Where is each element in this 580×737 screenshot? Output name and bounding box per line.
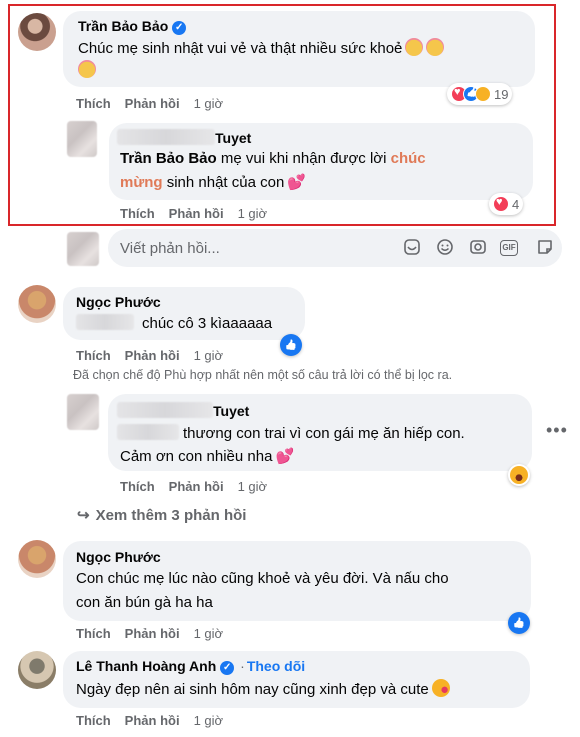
emoji-icon[interactable] [435,238,455,258]
comment-actions: Thích Phản hồi 1 giờ [76,713,237,728]
heart-reaction-icon [493,196,509,212]
reply-button[interactable]: Phản hồi [169,206,224,221]
reply-author[interactable]: Tuyet [117,129,251,146]
comment-text-line2 [78,60,96,82]
author-name[interactable]: Ngọc Phước [76,294,161,310]
author-name[interactable]: Tuyet [215,130,251,146]
party-face-emoji-icon [78,60,96,78]
care-reaction-icon [475,86,491,102]
avatar-tuyet-blurred[interactable] [67,121,97,157]
reply-text: thương con trai vì con gái mẹ ăn hiếp co… [117,423,465,445]
reply-button[interactable]: Phản hồi [125,96,180,111]
reply-actions: Thích Phản hồi 1 giờ [120,479,281,494]
blurred-mention [76,314,134,330]
reply-button[interactable]: Phản hồi [169,479,224,494]
follow-button[interactable]: Theo dõi [247,658,305,674]
avatar-tran-bao-bao[interactable] [18,13,56,51]
reaction-count: 4 [512,196,520,212]
mention-link[interactable]: Trần Bảo Bảo [120,150,217,167]
timestamp[interactable]: 1 giờ [238,479,268,494]
avatar-sticker-icon[interactable] [535,238,555,258]
author-name[interactable]: Trần Bảo Bảo [78,18,168,34]
timestamp[interactable]: 1 giờ [194,626,224,641]
reply-actions: Thích Phản hồi 1 giờ [120,206,281,221]
reaction-summary[interactable]: 19 [447,83,513,105]
comment-text: Chúc mẹ sinh nhật vui vẻ và thật nhiều s… [78,38,445,60]
comment-actions: Thích Phản hồi 1 giờ [76,96,237,111]
reaction-count: 19 [494,86,509,102]
reaction-summary[interactable]: 4 [489,193,524,215]
timestamp[interactable]: 1 giờ [238,206,268,221]
verified-badge-icon: ✓ [172,21,187,35]
reply-button[interactable]: Phản hồi [125,713,180,728]
like-reaction-icon[interactable] [280,334,302,356]
camera-icon[interactable] [468,238,488,258]
like-button[interactable]: Thích [76,96,111,111]
comment-author[interactable]: Ngọc Phước [76,294,161,310]
avatar-le-thanh-hoang-anh[interactable] [18,651,56,689]
author-name[interactable]: Tuyet [213,403,249,419]
reply-input[interactable] [120,229,390,267]
comment-actions: Thích Phản hồi 1 giờ [76,626,237,641]
sticker-icon[interactable] [402,238,422,258]
two-hearts-emoji-icon: 💕 [287,174,306,191]
comment-text: Con chúc mẹ lúc nào cũng khoẻ và yêu đời… [76,570,449,587]
like-button[interactable]: Thích [120,479,155,494]
reply-author[interactable]: Tuyet [117,402,249,419]
gif-icon[interactable]: GIF [500,240,518,256]
like-reaction-icon[interactable] [508,612,530,634]
comment-author[interactable]: Ngọc Phước [76,549,161,565]
comment-text: chúc cô 3 kìaaaaaa [76,313,272,335]
timestamp[interactable]: 1 giờ [194,348,224,363]
blurred-text [117,424,179,440]
current-user-avatar-blurred [67,232,99,266]
separator: · [240,658,245,674]
like-button[interactable]: Thích [76,348,111,363]
reply-text-line2: mừng sinh nhật của con 💕 [120,172,306,194]
highlight-text: mừng [120,174,163,191]
reply-text-line2: Cảm ơn con nhiều nha 💕 [120,446,294,468]
more-options-icon[interactable]: ••• [546,420,568,441]
reply-composer: GIF [108,229,562,267]
filter-note: Đã chọn chế độ Phù hợp nhất nên một số c… [73,368,453,382]
avatar-ngoc-phuoc[interactable] [18,285,56,323]
author-name[interactable]: Ngọc Phước [76,549,161,565]
comment-actions: Thích Phản hồi 1 giờ [76,348,237,363]
avatar-tuyet-blurred[interactable] [67,394,99,430]
highlight-text: chúc [390,150,426,167]
party-face-emoji-icon [426,38,445,56]
comment-author[interactable]: Trần Bảo Bảo ✓ [78,18,187,35]
kiss-emoji-icon [431,679,450,697]
like-button[interactable]: Thích [120,206,155,221]
see-more-replies[interactable]: ↪ Xem thêm 3 phản hồi [77,506,246,524]
comment-author[interactable]: Lê Thanh Hoàng Anh ✓ · Theo dõi [76,658,305,675]
blurred-name [117,129,215,145]
timestamp[interactable]: 1 giờ [194,96,224,111]
like-button[interactable]: Thích [76,626,111,641]
author-name[interactable]: Lê Thanh Hoàng Anh [76,658,216,674]
party-face-emoji-icon [405,38,424,56]
haha-reaction-icon[interactable] [508,464,530,486]
comment-text: Ngày đẹp nên ai sinh hôm nay cũng xinh đ… [76,679,450,701]
reply-arrow-icon: ↪ [77,507,90,524]
reply-button[interactable]: Phản hồi [125,348,180,363]
verified-badge-icon: ✓ [220,661,235,675]
blurred-name [117,402,213,418]
reply-button[interactable]: Phản hồi [125,626,180,641]
two-hearts-emoji-icon: 💕 [275,448,295,465]
timestamp[interactable]: 1 giờ [194,713,224,728]
like-button[interactable]: Thích [76,713,111,728]
avatar-ngoc-phuoc[interactable] [18,540,56,578]
reply-text: Trần Bảo Bảo mẹ vui khi nhận được lời ch… [120,150,426,167]
comment-text-line2: con ăn bún gà ha ha [76,594,213,611]
